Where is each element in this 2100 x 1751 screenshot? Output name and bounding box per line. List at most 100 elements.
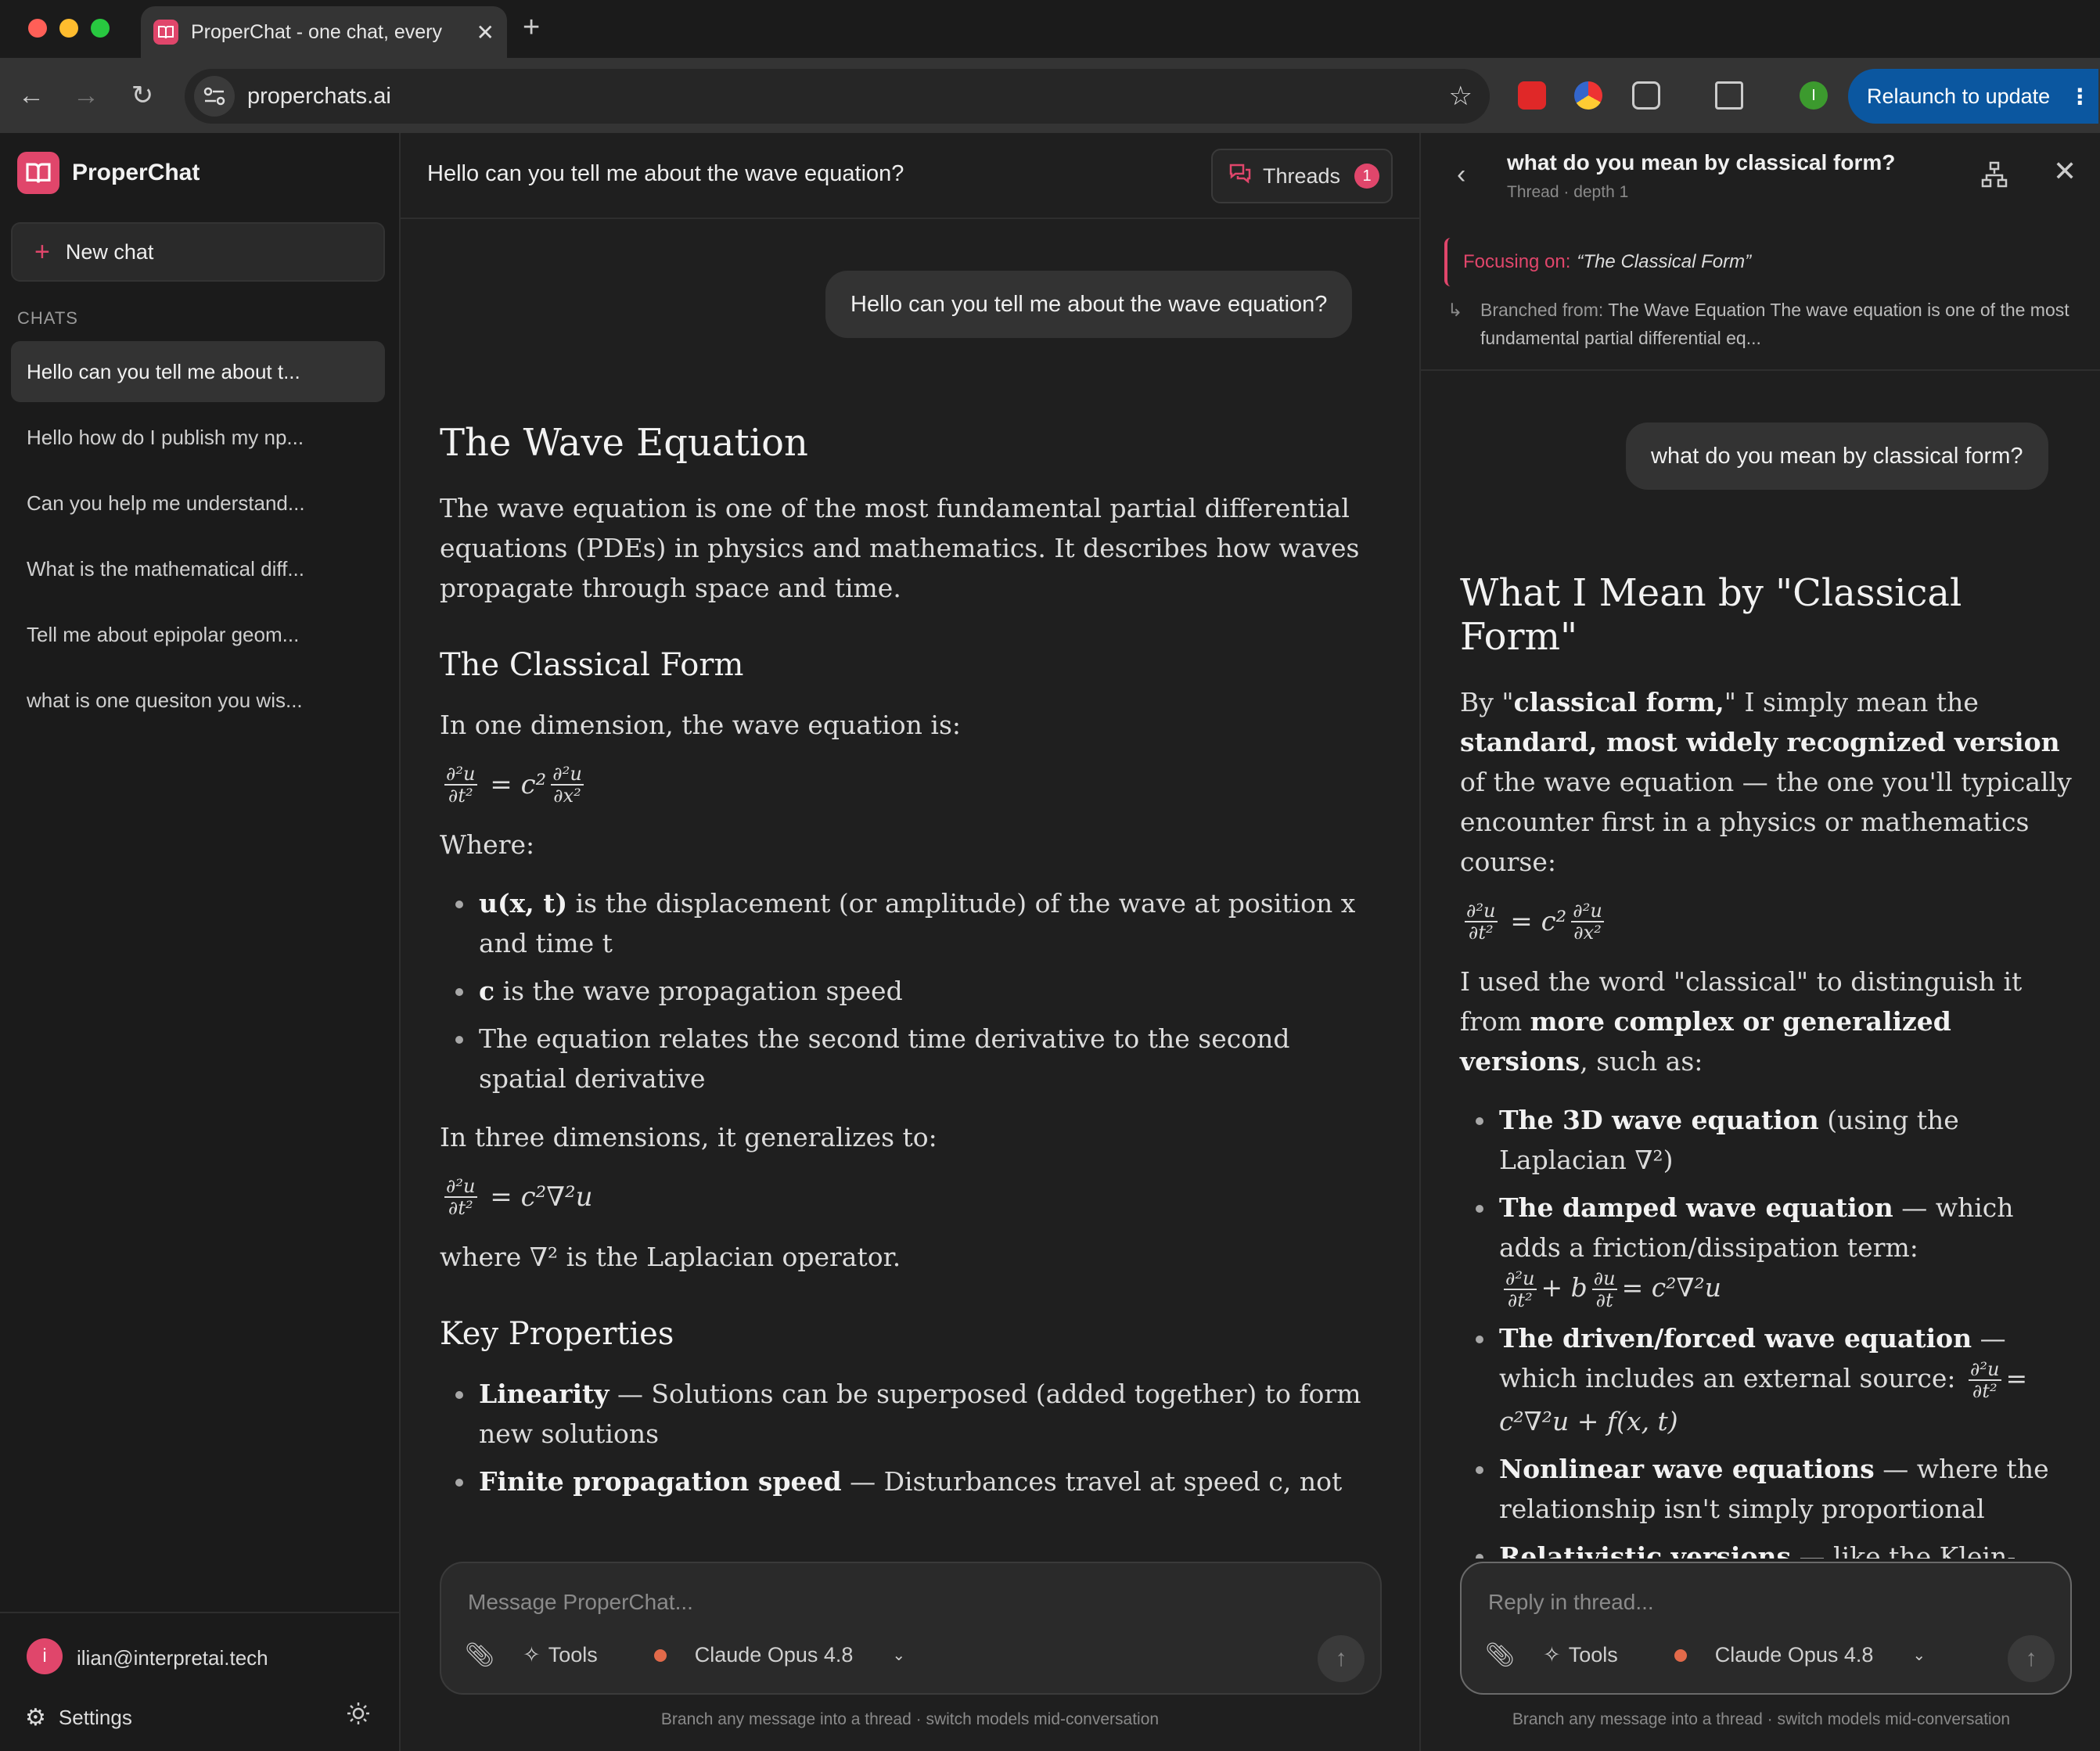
paragraph: where ∇² is the Laplacian operator. — [440, 1242, 901, 1272]
chevron-down-icon: ⌄ — [1912, 1647, 1926, 1664]
list-item: Nonlinear wave equations — where the rel… — [1460, 1449, 2078, 1529]
paperclip-icon[interactable]: 📎︎ — [1485, 1641, 1515, 1669]
profile-avatar[interactable]: I — [1800, 81, 1828, 110]
chat-item[interactable]: Hello can you tell me about t... — [11, 341, 385, 402]
model-selector[interactable]: Claude Opus 4.8 ⌄ — [1674, 1643, 1954, 1667]
threads-count-badge: 1 — [1354, 164, 1380, 189]
new-chat-button[interactable]: + New chat — [11, 222, 385, 282]
settings-label: Settings — [58, 1706, 132, 1729]
divider — [1421, 369, 2100, 371]
sparkles-icon: ✧ — [1543, 1643, 1561, 1667]
new-tab-button[interactable]: + — [523, 11, 540, 45]
thread-header: ‹ what do you mean by classical form? Th… — [1421, 133, 2100, 221]
user-message-bubble: what do you mean by classical form? — [1626, 422, 2048, 490]
chat-item[interactable]: what is one quesiton you wis... — [11, 670, 385, 731]
more-vert-icon[interactable]: ⋮ — [2069, 84, 2091, 110]
list-item: The 3D wave equation (using the Laplacia… — [1460, 1100, 2078, 1180]
list-item: The driven/forced wave equation — which … — [1460, 1318, 2078, 1441]
paragraph: In one dimension, the wave equation is: — [440, 710, 961, 740]
equation: ∂²u ∂t² = c² ∂²u ∂x² — [444, 763, 584, 807]
site-settings-icon[interactable] — [194, 76, 235, 117]
paperclip-icon[interactable]: 📎︎ — [465, 1641, 494, 1669]
chat-item[interactable]: Can you help me understand... — [11, 473, 385, 534]
theme-toggle-sun-icon[interactable] — [346, 1701, 371, 1730]
section-heading: Key Properties — [440, 1316, 674, 1352]
user-row: i ilian@interpretai.tech ⚙ Settings — [0, 1612, 399, 1751]
color-extension-icon[interactable] — [1574, 81, 1602, 110]
sparkles-icon: ✧ — [523, 1643, 541, 1667]
forward-arrow-icon[interactable]: → — [66, 75, 106, 116]
tab-search-icon[interactable] — [1715, 81, 1743, 110]
focus-label: Focusing on: — [1463, 251, 1571, 272]
extensions-puzzle-icon[interactable] — [1632, 81, 1660, 110]
threads-button[interactable]: Threads 1 — [1211, 149, 1393, 203]
message-composer[interactable]: Message ProperChat... 📎︎ ✧ Tools Claude O… — [440, 1562, 1382, 1695]
model-selector[interactable]: Claude Opus 4.8 ⌄ — [653, 1643, 933, 1667]
youtube-extension-icon[interactable] — [1518, 81, 1546, 110]
paragraph: The wave equation is one of the most fun… — [440, 493, 1360, 603]
chat-item[interactable]: Hello how do I publish my np... — [11, 407, 385, 468]
composer-placeholder[interactable]: Reply in thread... — [1488, 1590, 1654, 1615]
composer-placeholder[interactable]: Message ProperChat... — [468, 1590, 693, 1615]
tools-button[interactable]: ✧ Tools — [523, 1643, 626, 1667]
send-arrow-icon[interactable]: ↑ — [2008, 1635, 2055, 1682]
assistant-message: The Wave Equation The wave equation is o… — [440, 421, 1363, 1520]
tab-title: ProperChat - one chat, every — [191, 20, 442, 43]
address-bar[interactable]: properchats.ai ☆ — [185, 69, 1490, 124]
chevron-down-icon: ⌄ — [892, 1647, 906, 1664]
close-tab-icon[interactable]: ✕ — [476, 20, 494, 45]
thread-panel: ‹ what do you mean by classical form? Th… — [1419, 133, 2100, 1751]
thread-reply-composer[interactable]: Reply in thread... 📎︎ ✧ Tools Claude Opus… — [1460, 1562, 2072, 1695]
equation: ∂²u ∂t² = c² ∂²u ∂x² — [1465, 900, 1604, 944]
app-name: ProperChat — [72, 160, 200, 185]
reload-icon[interactable]: ↻ — [122, 75, 163, 116]
message-heading: The Wave Equation — [440, 421, 808, 465]
section-heading: The Classical Form — [440, 647, 744, 683]
close-icon[interactable]: ✕ — [2053, 155, 2077, 188]
composer-toolbar: 📎︎ ✧ Tools Claude Opus 4.8 ⌄ — [465, 1641, 962, 1669]
content-fade — [401, 1496, 1419, 1559]
list-item: u(x, t) is the displacement (or amplitud… — [440, 883, 1363, 963]
back-arrow-icon[interactable]: ← — [11, 75, 52, 116]
paragraph: I used the word "classical" to distingui… — [1460, 966, 2023, 1077]
chat-title: Hello can you tell me about the wave equ… — [427, 161, 904, 186]
thread-tree-icon[interactable] — [1981, 161, 2008, 192]
chat-item[interactable]: What is the mathematical diff... — [11, 538, 385, 599]
equation: ∂²u ∂t² = c²∇²u — [444, 1175, 593, 1219]
settings-button[interactable]: ⚙ Settings — [25, 1704, 132, 1731]
composer-footnote: Branch any message into a thread · switc… — [1512, 1710, 2011, 1728]
focus-value: “The Classical Form” — [1577, 251, 1752, 272]
brand[interactable]: ProperChat — [17, 152, 200, 194]
paragraph: By "classical form," I simply mean the s… — [1460, 687, 2072, 877]
bullet-list: Linearity — Solutions can be superposed … — [440, 1374, 1363, 1501]
gear-icon: ⚙ — [25, 1705, 46, 1731]
assistant-message: What I Mean by "Classical Form" By "clas… — [1460, 571, 2078, 1635]
user-avatar[interactable]: i — [27, 1638, 63, 1674]
composer-footnote: Branch any message into a thread · switc… — [660, 1710, 1160, 1728]
url-text: properchats.ai — [247, 83, 391, 109]
minimize-window-button[interactable] — [59, 19, 78, 38]
relaunch-label: Relaunch to update — [1867, 84, 2051, 108]
paragraph: Where: — [440, 829, 535, 860]
threads-label: Threads — [1263, 164, 1341, 188]
list-item: Linearity — Solutions can be superposed … — [440, 1374, 1363, 1454]
maximize-window-button[interactable] — [91, 19, 110, 38]
relaunch-button[interactable]: Relaunch to update ⋮ — [1848, 69, 2098, 124]
chevron-left-icon[interactable]: ‹ — [1457, 160, 1465, 190]
tools-button[interactable]: ✧ Tools — [1543, 1643, 1646, 1667]
user-email[interactable]: ilian@interpretai.tech — [77, 1646, 268, 1670]
bullet-list: The 3D wave equation (using the Laplacia… — [1460, 1100, 2078, 1616]
bookmark-star-icon[interactable]: ☆ — [1449, 81, 1473, 112]
chat-bubbles-icon — [1228, 163, 1252, 190]
branched-from[interactable]: ↳ Branched from: The Wave Equation The w… — [1447, 296, 2081, 352]
book-icon — [153, 20, 178, 45]
new-chat-label: New chat — [65, 239, 154, 264]
chat-item[interactable]: Tell me about epipolar geom... — [11, 604, 385, 665]
close-window-button[interactable] — [28, 19, 47, 38]
send-arrow-icon[interactable]: ↑ — [1318, 1635, 1365, 1682]
composer-toolbar: 📎︎ ✧ Tools Claude Opus 4.8 ⌄ — [1485, 1641, 1982, 1669]
list-item: c is the wave propagation speed — [440, 971, 1363, 1011]
browser-tab[interactable]: ProperChat - one chat, every ✕ — [141, 6, 507, 58]
sidebar: ProperChat + New chat CHATS Hello can yo… — [0, 133, 401, 1751]
list-item: The equation relates the second time der… — [440, 1019, 1363, 1098]
